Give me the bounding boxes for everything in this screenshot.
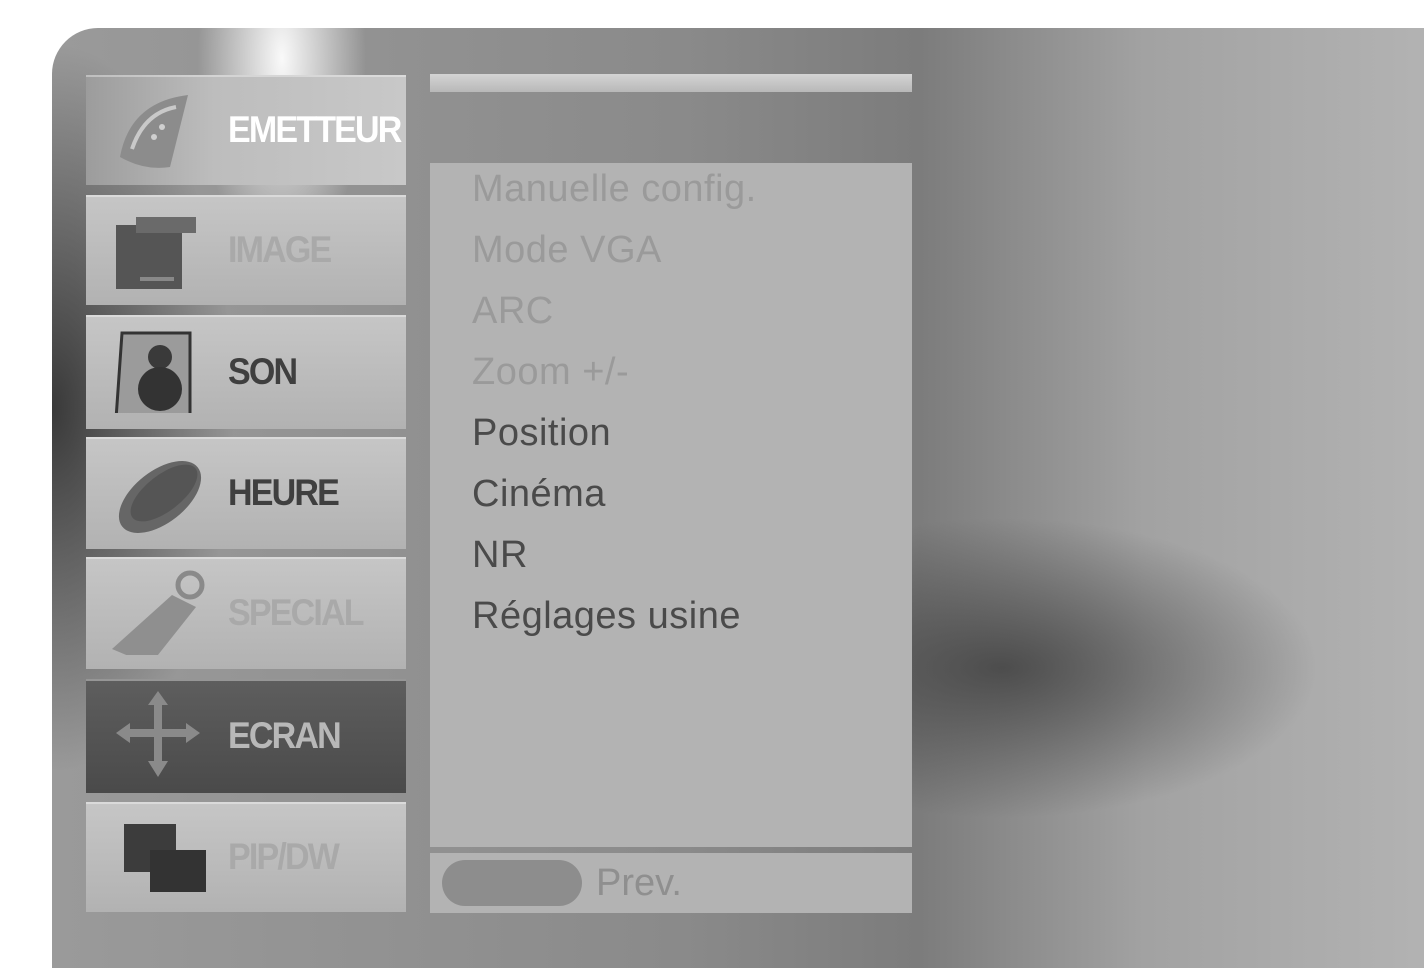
submenu-item-reglages-usine[interactable]: Réglages usine bbox=[472, 595, 741, 638]
clock-icon bbox=[110, 449, 206, 535]
move-arrows-icon bbox=[110, 691, 206, 777]
menu-item-heure[interactable]: HEURE bbox=[86, 437, 406, 549]
menu-label-heure: HEURE bbox=[228, 472, 340, 513]
submenu-header-bar bbox=[430, 74, 912, 92]
menu-item-emetteur[interactable]: EMETTEUR bbox=[86, 75, 406, 185]
menu-label-pip: PIP/DW bbox=[228, 836, 340, 877]
menu-item-pip[interactable]: PIP/DW bbox=[86, 802, 406, 912]
menu-label-image: IMAGE bbox=[228, 229, 332, 270]
satellite-dish-icon bbox=[110, 87, 206, 173]
submenu-item-zoom[interactable]: Zoom +/- bbox=[472, 351, 629, 394]
prev-key-button[interactable] bbox=[442, 860, 582, 906]
menu-item-image[interactable]: IMAGE bbox=[86, 195, 406, 305]
submenu-footer: Prev. bbox=[430, 853, 912, 913]
monitor-icon bbox=[110, 207, 206, 293]
menu-item-son[interactable]: SON bbox=[86, 315, 406, 429]
pip-window-icon bbox=[110, 814, 206, 900]
prev-label: Prev. bbox=[596, 862, 682, 904]
menu-label-son: SON bbox=[228, 351, 298, 392]
menu-item-ecran[interactable]: ECRAN bbox=[86, 679, 406, 793]
tag-icon bbox=[110, 569, 206, 655]
menu-label-ecran: ECRAN bbox=[228, 715, 342, 756]
submenu-item-nr[interactable]: NR bbox=[472, 534, 528, 577]
speaker-icon bbox=[110, 327, 206, 413]
submenu-item-cinema[interactable]: Cinéma bbox=[472, 473, 606, 516]
submenu-item-position[interactable]: Position bbox=[472, 412, 611, 455]
submenu-item-manuelle-config[interactable]: Manuelle config. bbox=[472, 168, 757, 211]
menu-item-special[interactable]: SPECIAL bbox=[86, 557, 406, 669]
menu-label-emetteur: EMETTEUR bbox=[228, 109, 402, 150]
menu-label-special: SPECIAL bbox=[228, 592, 364, 633]
submenu-item-arc[interactable]: ARC bbox=[472, 290, 554, 333]
submenu-item-mode-vga[interactable]: Mode VGA bbox=[472, 229, 662, 272]
submenu-panel: Manuelle config. Mode VGA ARC Zoom +/- P… bbox=[430, 163, 912, 847]
